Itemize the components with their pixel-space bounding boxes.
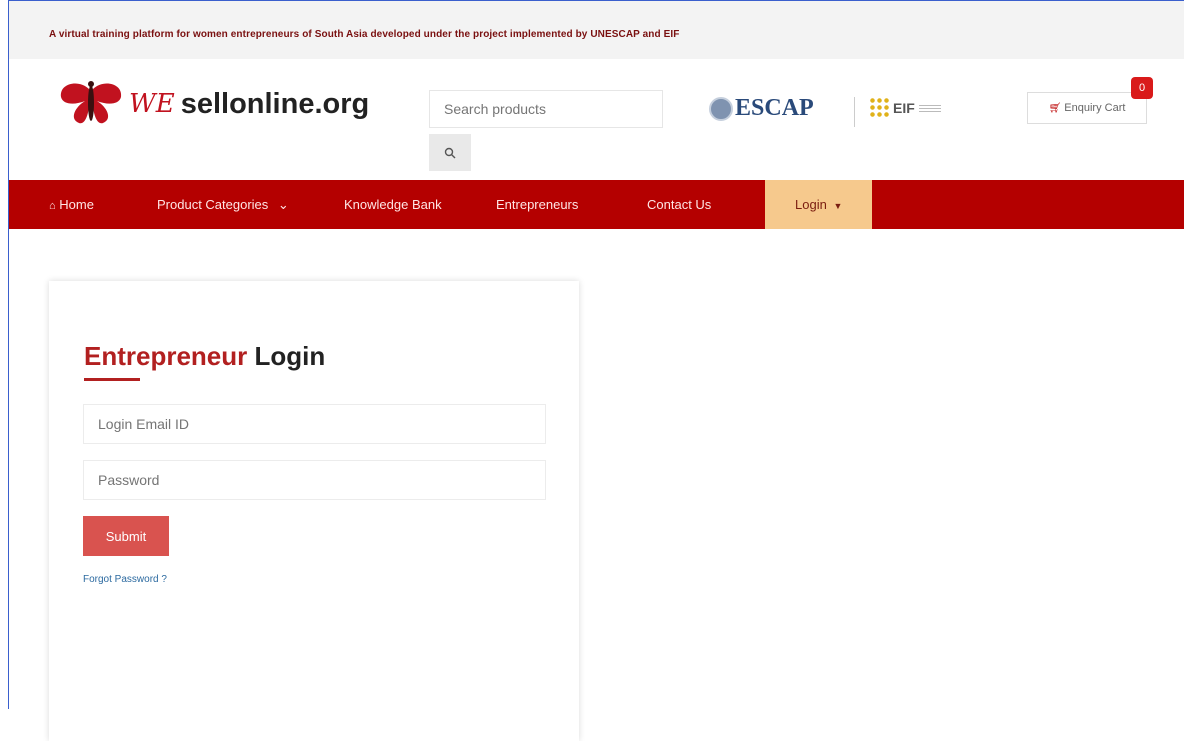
- nav-entrepreneurs-label: Entrepreneurs: [496, 197, 579, 212]
- search-input[interactable]: [429, 90, 663, 128]
- un-emblem-icon: [709, 96, 733, 121]
- login-title-rest: Login: [254, 341, 326, 371]
- forgot-password-link[interactable]: Forgot Password ?: [83, 574, 167, 585]
- nav-entrepreneurs[interactable]: Entrepreneurs: [496, 180, 578, 229]
- nav-knowledge-bank[interactable]: Knowledge Bank: [344, 180, 442, 229]
- nav-login[interactable]: Login ▼: [765, 180, 873, 229]
- nav-product-categories[interactable]: Product Categories ⌄: [157, 180, 289, 229]
- nav-home[interactable]: ⌂ Home: [49, 180, 94, 229]
- eif-logo: EIF: [869, 97, 941, 119]
- main-nav: ⌂ Home Product Categories ⌄ Knowledge Ba…: [9, 180, 1184, 229]
- butterfly-icon: [60, 81, 122, 124]
- escap-logo: ESCAP: [709, 95, 814, 122]
- email-field[interactable]: [83, 404, 546, 444]
- top-tagline-bar: A virtual training platform for women en…: [9, 1, 1184, 59]
- home-icon: ⌂: [49, 200, 56, 212]
- title-underline: [84, 378, 140, 381]
- login-title-accent: Entrepreneur: [84, 341, 248, 371]
- search-button[interactable]: [429, 134, 471, 171]
- enquiry-cart-button[interactable]: 🛒︎ Enquiry Cart: [1027, 92, 1147, 124]
- site-header: WE sellonline.org ESCAP EIF 🛒︎ Enquiry C…: [9, 59, 1184, 180]
- nav-contact-label: Contact Us: [647, 197, 712, 212]
- page-content: Entrepreneur Login Submit Forgot Passwor…: [9, 229, 1184, 741]
- partner-divider: [854, 97, 855, 127]
- nav-home-label: Home: [59, 197, 94, 212]
- submit-button[interactable]: Submit: [83, 516, 169, 556]
- eif-dots-icon: [869, 97, 891, 119]
- nav-categories-label: Product Categories: [157, 197, 269, 212]
- logo-text: sellonline.org: [180, 87, 370, 120]
- password-field[interactable]: [83, 460, 546, 500]
- tagline-text: A virtual training platform for women en…: [49, 29, 680, 40]
- eif-text: EIF: [893, 100, 915, 116]
- cart-icon: 🛒︎: [1048, 102, 1062, 114]
- logo-accent: WE: [129, 89, 175, 119]
- cart-count-badge: 0: [1131, 77, 1153, 99]
- chevron-down-icon: ⌄: [277, 197, 289, 212]
- escap-text: ESCAP: [735, 95, 814, 121]
- search-icon: [444, 147, 456, 158]
- login-card: Entrepreneur Login Submit Forgot Passwor…: [49, 281, 579, 741]
- login-title: Entrepreneur Login: [84, 341, 325, 372]
- site-logo[interactable]: WE sellonline.org: [55, 77, 369, 131]
- cart-label: Enquiry Cart: [1064, 102, 1126, 114]
- nav-login-label: Login: [795, 197, 827, 212]
- caret-down-icon: ▼: [833, 201, 843, 211]
- nav-knowledge-label: Knowledge Bank: [344, 197, 442, 212]
- eif-tagline-lines: [918, 104, 941, 112]
- nav-contact-us[interactable]: Contact Us: [647, 180, 711, 229]
